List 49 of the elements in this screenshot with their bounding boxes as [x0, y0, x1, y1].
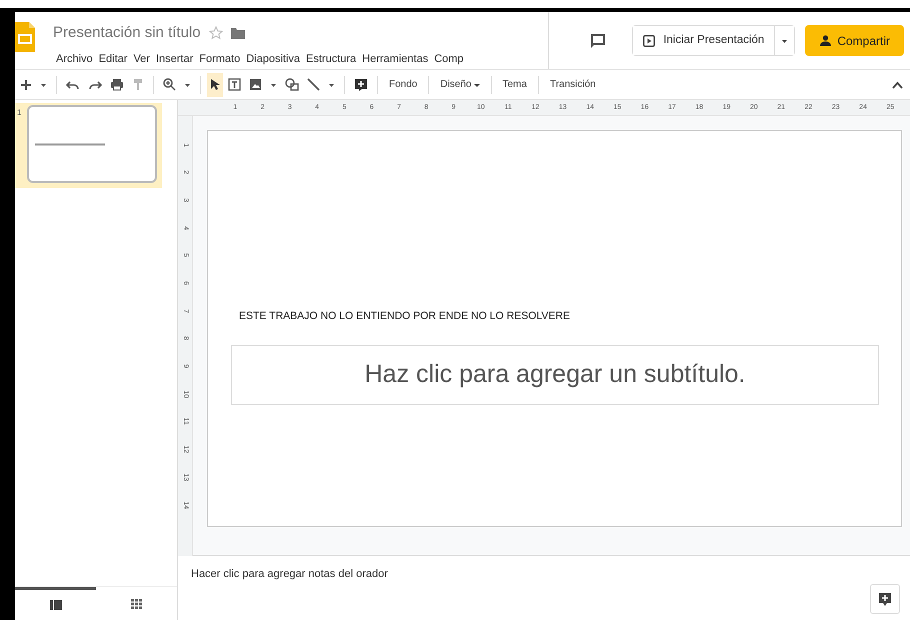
menu-item[interactable]: Ver	[130, 50, 153, 67]
menu-item[interactable]: Editar	[96, 50, 130, 67]
slide-thumbnail-row[interactable]: 1	[15, 103, 162, 188]
add-comment-icon	[354, 78, 368, 92]
chevron-up-icon	[892, 80, 903, 88]
menu-item[interactable]: Herramientas	[359, 50, 432, 67]
textbox-icon	[228, 78, 241, 91]
star-icon[interactable]	[208, 26, 223, 40]
menu-item[interactable]: Comp	[431, 50, 467, 67]
slide-title[interactable]: ESTE TRABAJO NO LO ENTIENDO POR ENDE NO LO RESOLVERE	[239, 309, 879, 325]
list-view-icon	[50, 600, 62, 610]
notes-placeholder: Hacer clic para agregar notas del orador	[191, 567, 388, 582]
toolbar-button[interactable]: Transición	[544, 75, 601, 94]
undo-icon	[66, 78, 80, 90]
add-comment-icon	[878, 592, 892, 606]
grid-view-icon	[131, 598, 142, 608]
zoom-icon	[163, 78, 176, 91]
play-icon	[643, 34, 656, 46]
slide-thumbnail[interactable]	[27, 105, 157, 183]
share-button[interactable]: Compartir	[805, 25, 904, 56]
toolbar-button[interactable]	[207, 72, 223, 96]
plus-icon	[20, 78, 32, 90]
toolbar-button[interactable]: Diseño	[435, 75, 484, 94]
cursor-icon	[210, 78, 220, 91]
shape-icon	[285, 78, 299, 91]
toolbar-button[interactable]: Fondo	[384, 75, 422, 94]
document-title[interactable]: Presentación sin título	[53, 22, 201, 44]
person-icon	[819, 34, 832, 46]
line-icon	[307, 78, 320, 91]
slide-number: 1	[17, 107, 22, 119]
speaker-notes-panel[interactable]: Hacer clic para agregar notas del orador	[178, 556, 910, 620]
subtitle-placeholder[interactable]: Haz clic para agregar un subtítulo.	[231, 344, 879, 405]
comment-icon[interactable]	[590, 32, 606, 48]
redo-icon	[88, 78, 102, 90]
folder-icon[interactable]	[230, 27, 245, 40]
toolbar-button[interactable]: Tema	[498, 75, 532, 94]
image-icon	[249, 78, 262, 91]
menu-item[interactable]: Archivo	[53, 50, 96, 67]
slides-logo-icon	[15, 22, 35, 52]
text-line-icon	[35, 142, 105, 146]
print-icon	[110, 78, 124, 91]
placeholder-text: Haz clic para agregar un subtítulo.	[364, 359, 746, 390]
add-button[interactable]	[870, 584, 900, 614]
paint-format-icon	[132, 78, 144, 91]
slide-canvas[interactable]: ESTE TRABAJO NO LO ENTIENDO POR ENDE NO LO RESOLVERE Haz clic para agregar un subtítulo.	[207, 130, 902, 527]
menu-item[interactable]: Insertar	[152, 50, 196, 67]
menu-item[interactable]: Formato	[196, 50, 244, 67]
menu-item[interactable]: Diapositiva	[243, 50, 304, 67]
menu-item[interactable]: Estructura	[303, 50, 360, 67]
